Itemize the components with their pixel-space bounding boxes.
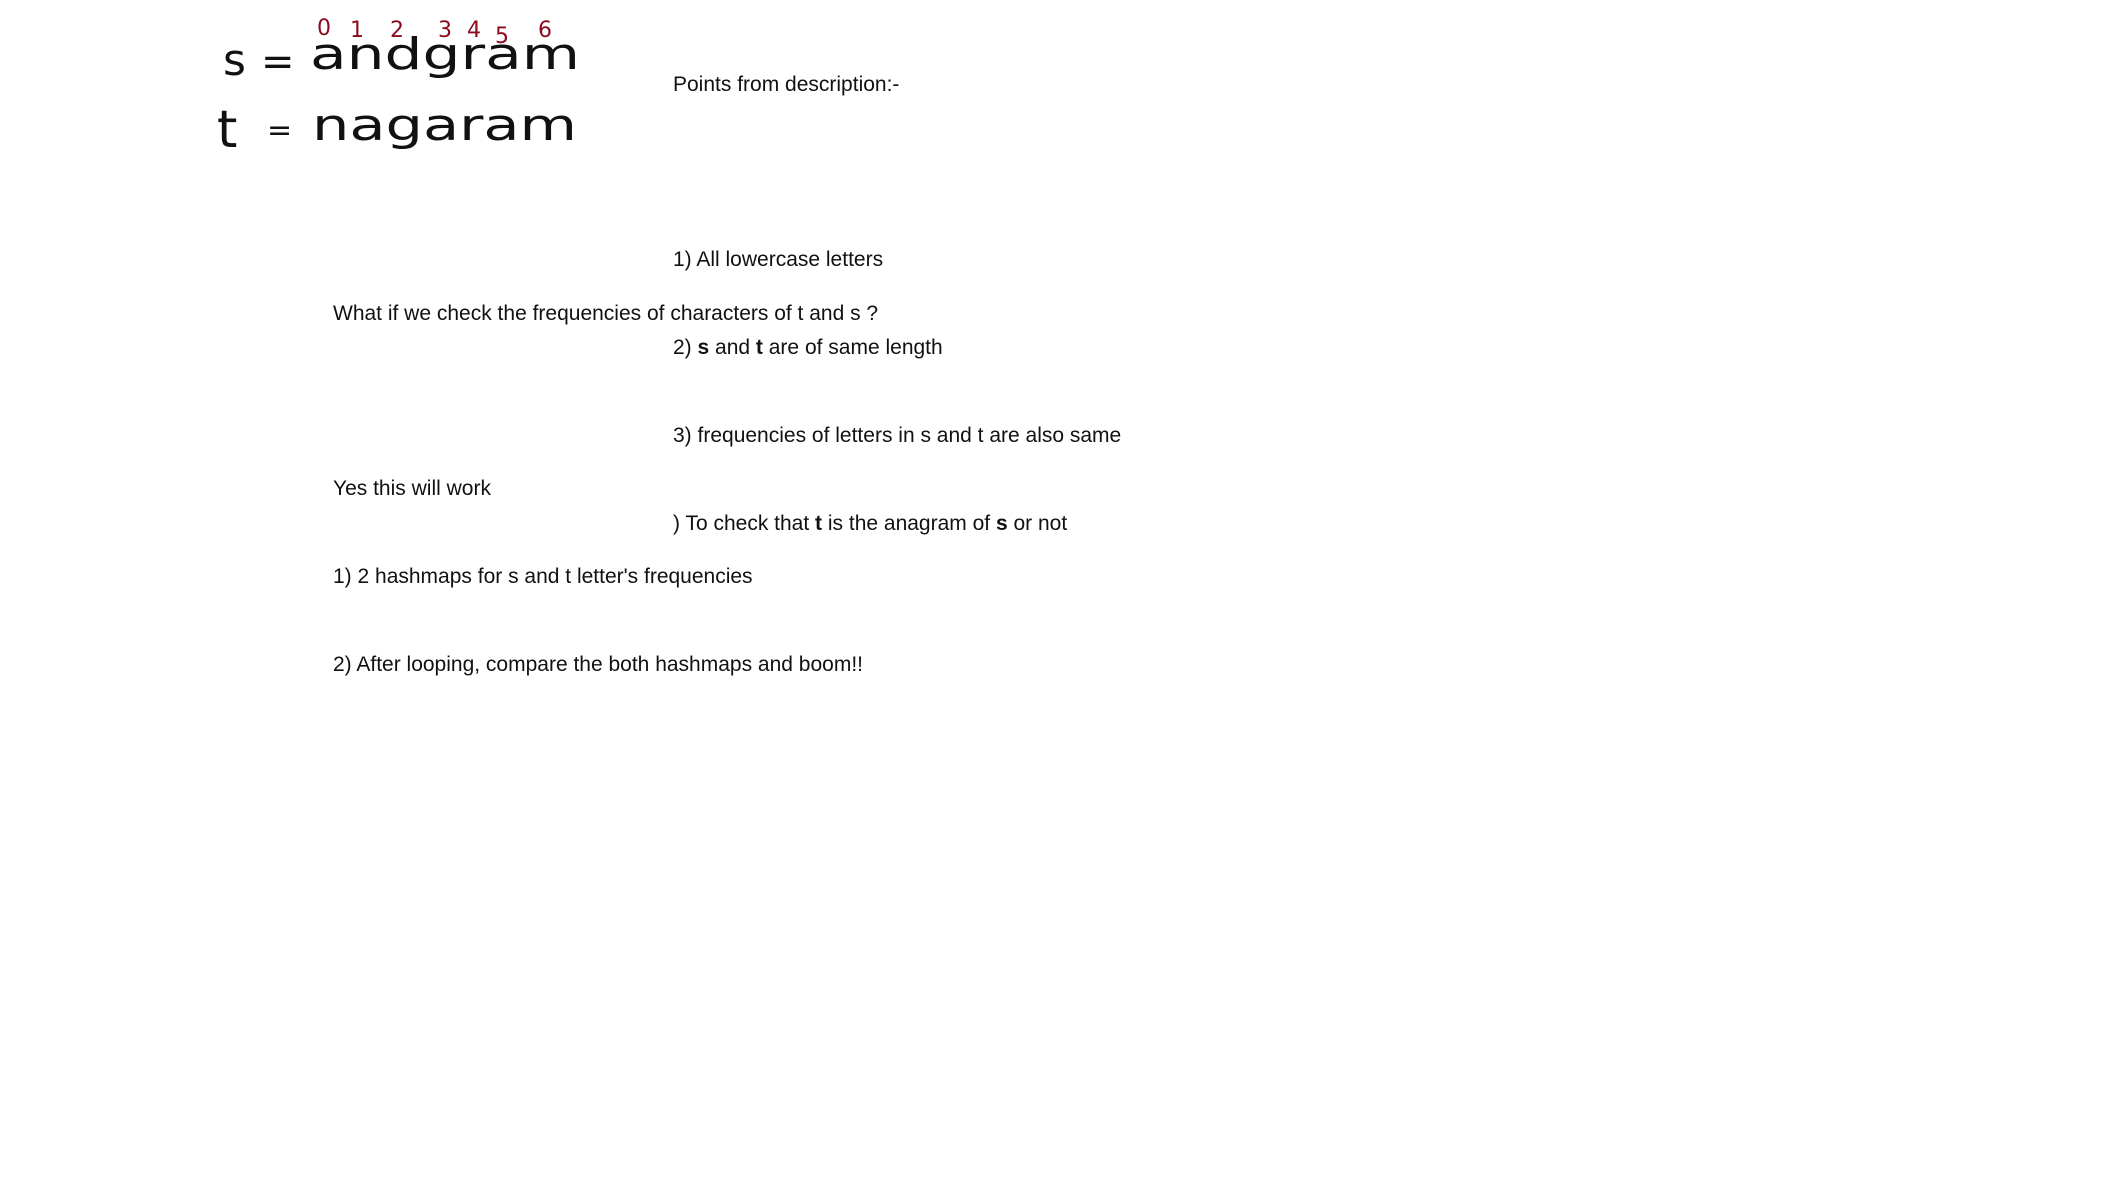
approach-answer: Yes this will work	[333, 477, 491, 501]
points-heading: Points from description:-	[673, 72, 900, 96]
t-equals: =	[267, 113, 292, 148]
s-equals: =	[261, 39, 295, 85]
approach-step-1: 1) 2 hashmaps for s and t letter's frequ…	[333, 565, 753, 589]
whiteboard-canvas: 0 1 2 3 4 5 6 s = andgram t = nagaram Po…	[0, 0, 2108, 1204]
approach-step-2: 2) After looping, compare the both hashm…	[333, 653, 863, 677]
approach-question: What if we check the frequencies of char…	[333, 301, 879, 325]
t-value: nagaram	[312, 100, 577, 151]
approach-notes: What if we check the frequencies of char…	[333, 240, 878, 738]
t-label: t	[217, 100, 237, 160]
s-value: andgram	[310, 29, 580, 80]
point-4-s: s	[995, 512, 1008, 536]
point-4-suffix: or not	[1007, 512, 1068, 536]
handwritten-strings: 0 1 2 3 4 5 6 s = andgram t = nagaram	[217, 16, 580, 160]
s-label: s	[223, 35, 246, 86]
